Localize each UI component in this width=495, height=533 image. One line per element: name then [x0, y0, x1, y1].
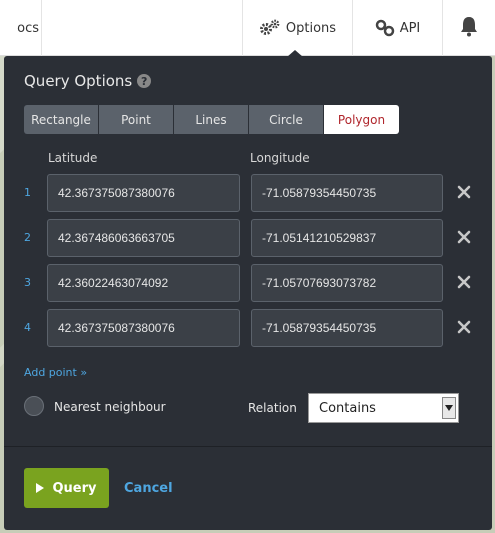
add-point-link[interactable]: Add point » [24, 366, 87, 379]
point-number: 4 [24, 321, 31, 334]
tab-circle[interactable]: Circle [249, 105, 324, 134]
point-number: 1 [24, 186, 31, 199]
tab-point[interactable]: Point [99, 105, 174, 134]
nav-options-label: Options [285, 20, 337, 36]
nearest-neighbour-toggle[interactable] [24, 396, 44, 416]
point-number: 3 [24, 276, 31, 289]
notifications-button[interactable] [442, 0, 495, 56]
latitude-input[interactable]: 42.36022463074092 [47, 264, 240, 302]
nav-options[interactable]: Options [242, 0, 352, 56]
gears-icon [259, 19, 281, 37]
delete-point-icon[interactable] [456, 319, 472, 335]
nearest-neighbour-label: Nearest neighbour [54, 400, 166, 414]
delete-point-icon[interactable] [456, 274, 472, 290]
cancel-button[interactable]: Cancel [124, 481, 173, 496]
nav-api[interactable]: API [352, 0, 442, 56]
query-button[interactable]: Query [24, 468, 109, 508]
point-row: 2 42.367486063663705 -71.05141210529837 [4, 219, 492, 257]
tab-rectangle[interactable]: Rectangle [24, 105, 99, 134]
latitude-input[interactable]: 42.367375087380076 [47, 309, 240, 347]
latitude-input[interactable]: 42.367375087380076 [47, 174, 240, 212]
relation-label: Relation [248, 401, 297, 415]
panel-title-text: Query Options [24, 72, 133, 90]
shape-tabs: Rectangle Point Lines Circle Polygon [24, 105, 399, 134]
delete-point-icon[interactable] [456, 229, 472, 245]
tab-lines[interactable]: Lines [174, 105, 249, 134]
nav-docs[interactable]: ocs [0, 0, 42, 56]
query-button-label: Query [52, 480, 97, 496]
relation-select[interactable]: Contains [308, 393, 459, 423]
longitude-input[interactable]: -71.05879354450735 [251, 309, 443, 347]
longitude-input[interactable]: -71.05141210529837 [251, 219, 443, 257]
point-row: 3 42.36022463074092 -71.05707693073782 [4, 264, 492, 302]
longitude-header: Longitude [250, 151, 310, 165]
panel-title: Query Options ? [24, 72, 152, 90]
latitude-header: Latitude [48, 151, 98, 165]
link-icon [375, 19, 395, 37]
top-navigation: ocs Options API [0, 0, 495, 56]
relation-select-value: Contains [319, 400, 376, 416]
point-number: 2 [24, 231, 31, 244]
nav-docs-label: ocs [17, 20, 39, 36]
chevron-down-icon[interactable] [442, 397, 456, 419]
query-options-panel: Query Options ? Rectangle Point Lines Ci… [4, 56, 492, 530]
divider [4, 446, 492, 447]
latitude-input[interactable]: 42.367486063663705 [47, 219, 240, 257]
delete-point-icon[interactable] [456, 184, 472, 200]
bell-icon [459, 15, 479, 41]
tab-polygon[interactable]: Polygon [324, 105, 399, 134]
longitude-input[interactable]: -71.05707693073782 [251, 264, 443, 302]
point-row: 1 42.367375087380076 -71.05879354450735 [4, 174, 492, 212]
help-icon[interactable]: ? [137, 74, 152, 88]
longitude-input[interactable]: -71.05879354450735 [251, 174, 443, 212]
point-row: 4 42.367375087380076 -71.05879354450735 [4, 309, 492, 347]
nav-api-label: API [399, 20, 421, 36]
play-icon [36, 483, 45, 493]
